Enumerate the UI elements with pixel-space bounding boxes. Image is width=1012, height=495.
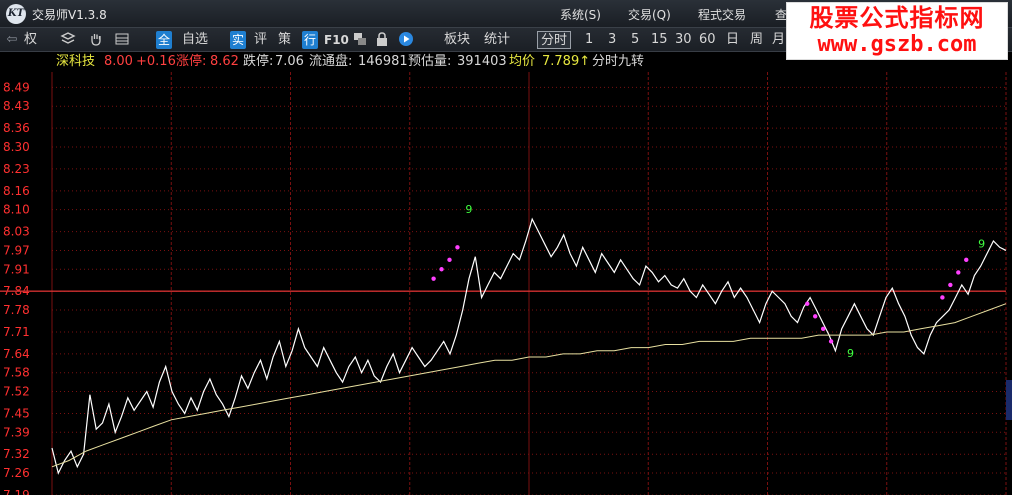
- nine-turn-count-mark: [805, 301, 810, 306]
- y-tick-label: 7.39: [3, 425, 30, 439]
- y-tick-label: 7.45: [3, 406, 30, 420]
- app-logo: KT: [6, 4, 26, 24]
- tab-15min[interactable]: 15: [651, 31, 668, 49]
- nine-turn-count-mark: [431, 276, 436, 281]
- right-adjust-button[interactable]: 权: [24, 31, 37, 49]
- sector-button[interactable]: 板块: [444, 31, 470, 49]
- review-button[interactable]: 评: [254, 31, 267, 49]
- y-tick-label: 8.10: [3, 203, 30, 217]
- stock-name: 深科技: [56, 54, 96, 69]
- nine-turn-count-mark: [813, 314, 818, 319]
- avg-price-label: 均价: [509, 54, 536, 69]
- limit-up-label: 涨停:: [176, 54, 207, 69]
- y-tick-label: 8.16: [3, 184, 30, 198]
- y-tick-label: 7.97: [3, 243, 30, 257]
- y-tick-label: 8.36: [3, 121, 30, 135]
- y-tick-label: 8.43: [3, 99, 30, 113]
- y-tick-label: 7.58: [3, 366, 30, 380]
- back-arrow-icon[interactable]: ⇦: [4, 31, 20, 49]
- menu-program-trade[interactable]: 程式交易: [698, 6, 746, 23]
- quote-info-bar: 深科技 8.00 +0.16 涨停: 8.62 跌停: 7.06 流通盘: 14…: [0, 52, 1012, 72]
- strategy-button[interactable]: 策: [278, 31, 291, 49]
- limit-down-value: 7.06: [275, 54, 304, 69]
- menu-trade[interactable]: 交易(Q): [628, 6, 671, 23]
- tab-5min[interactable]: 5: [631, 31, 639, 49]
- overlay-icon[interactable]: [60, 31, 76, 49]
- tab-60min[interactable]: 60: [699, 31, 716, 49]
- y-tick-label: 7.64: [3, 347, 30, 361]
- tab-month[interactable]: 月: [772, 31, 785, 49]
- list-icon[interactable]: [114, 31, 130, 49]
- nine-turn-count-mark: [948, 282, 953, 288]
- nine-turn-count-mark: [447, 257, 452, 263]
- watchlist-button[interactable]: 自选: [182, 31, 208, 49]
- nine-turn-label: 9: [465, 203, 472, 216]
- watermark-title: 股票公式指标网: [809, 4, 985, 32]
- est-volume-label: 预估量:: [408, 54, 452, 69]
- y-tick-label: 8.03: [3, 225, 30, 239]
- tab-3min[interactable]: 3: [608, 31, 616, 49]
- y-tick-label: 8.23: [3, 162, 30, 176]
- indicator-name: 分时九转: [592, 54, 645, 69]
- nine-turn-label: 9: [847, 347, 854, 360]
- intraday-chart[interactable]: 8.49 8.43 8.36 8.30 8.23 8.16 8.10 8.03 7.97 7.91…: [0, 72, 1012, 495]
- price-axis: 8.49 8.43 8.36 8.30 8.23 8.16 8.10 8.03 7.97 7.91…: [3, 80, 30, 495]
- limit-up-value: 8.62: [210, 54, 239, 69]
- lock-icon[interactable]: [374, 31, 390, 49]
- y-tick-label: 7.32: [3, 447, 30, 461]
- hand-icon[interactable]: [88, 31, 104, 49]
- last-price: 8.00: [104, 54, 133, 69]
- y-tick-label: 7.91: [3, 262, 30, 276]
- tab-1min[interactable]: 1: [585, 31, 593, 49]
- nine-turn-count-mark: [964, 257, 969, 263]
- nine-turn-count-mark: [940, 295, 945, 300]
- avg-price-value: 7.789↑: [542, 54, 591, 69]
- play-icon[interactable]: [398, 31, 414, 49]
- y-tick-label: 8.30: [3, 140, 30, 154]
- nine-turn-count-mark: [455, 245, 460, 250]
- nine-turn-markers: 9 9 9: [431, 203, 985, 360]
- y-tick-label: 7.26: [3, 466, 30, 480]
- right-scroll-marker[interactable]: [1006, 380, 1012, 420]
- menu-system[interactable]: 系统(S): [560, 6, 601, 23]
- nine-turn-label: 9: [978, 237, 985, 250]
- y-tick-label: 7.52: [3, 385, 30, 399]
- chart-grid: [51, 72, 1007, 495]
- nine-turn-count-mark: [439, 267, 444, 272]
- float-shares-value: 146981: [358, 54, 408, 69]
- y-tick-label: 7.71: [3, 325, 30, 339]
- price-change: +0.16: [136, 54, 176, 69]
- nine-turn-count-mark: [820, 326, 826, 332]
- quote-button[interactable]: 行: [302, 31, 318, 49]
- nine-turn-count-mark: [828, 339, 834, 344]
- f10-button[interactable]: F10: [324, 31, 349, 49]
- window-icon[interactable]: [352, 31, 368, 49]
- market-all-button[interactable]: 全: [156, 31, 172, 49]
- y-tick-label: 7.19: [3, 488, 30, 495]
- y-tick-label: 7.78: [3, 303, 30, 317]
- y-tick-label: 8.49: [3, 80, 30, 94]
- float-shares-label: 流通盘:: [309, 54, 353, 69]
- tab-day[interactable]: 日: [726, 31, 739, 49]
- limit-down-label: 跌停:: [243, 54, 274, 69]
- realtime-button[interactable]: 实: [230, 31, 246, 49]
- statistics-button[interactable]: 统计: [484, 31, 510, 49]
- tab-week[interactable]: 周: [750, 31, 763, 49]
- est-volume-value: 391403: [457, 54, 507, 69]
- app-title: 交易师V1.3.8: [32, 8, 107, 22]
- nine-turn-count-mark: [956, 270, 961, 275]
- tab-30min[interactable]: 30: [675, 31, 692, 49]
- tab-intraday[interactable]: 分时: [537, 31, 572, 49]
